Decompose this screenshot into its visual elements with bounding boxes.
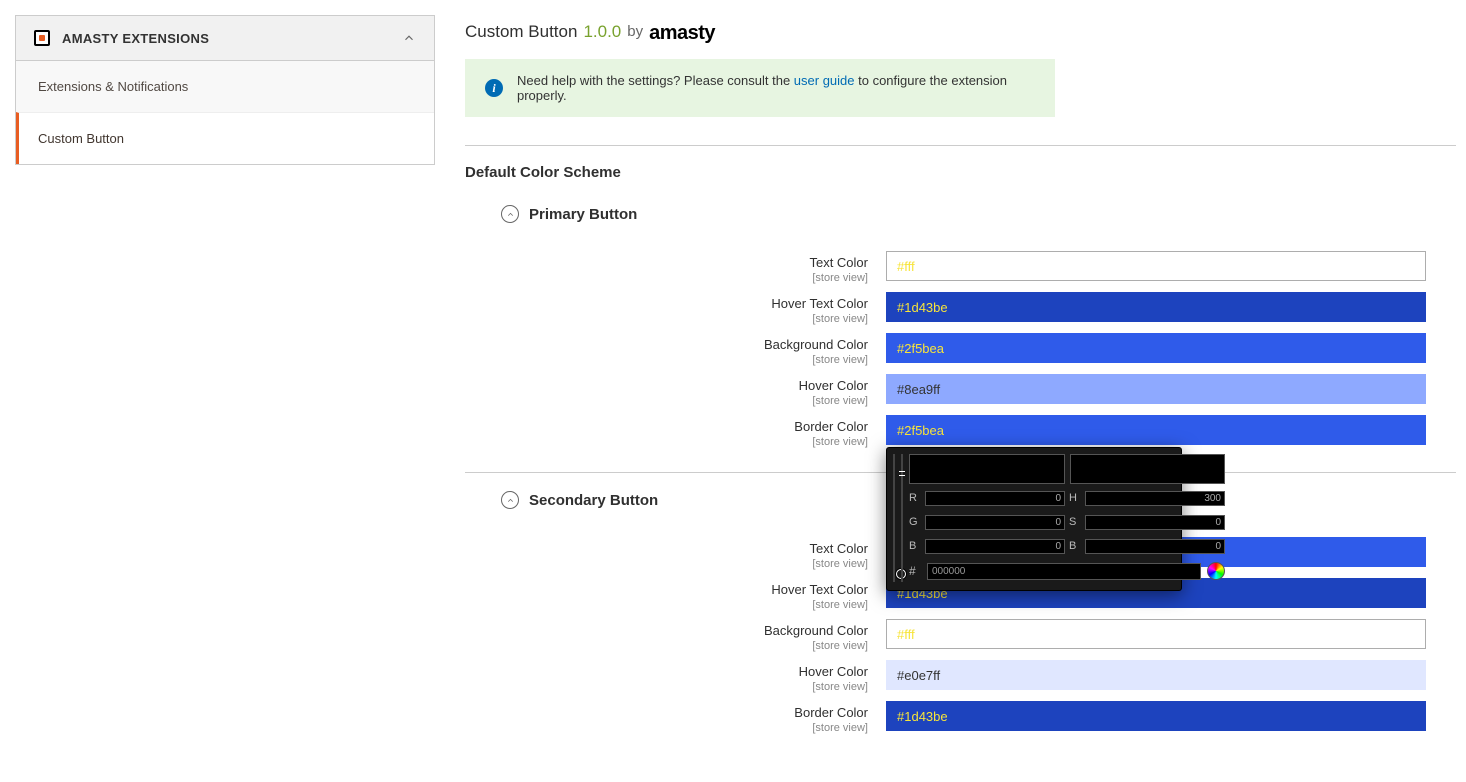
color-picker[interactable]: R H G S B B # xyxy=(886,447,1182,591)
picker-bv: B xyxy=(1069,536,1225,556)
field-row-secondary-border-color: Border Color [store view] xyxy=(501,701,1456,734)
field-scope: [store view] xyxy=(501,599,868,611)
sidebar-item-custom-button[interactable]: Custom Button xyxy=(16,112,434,164)
main-content: Custom Button 1.0.0 by amasty i Need hel… xyxy=(435,0,1466,782)
amasty-square-icon xyxy=(34,30,50,46)
field-scope: [store view] xyxy=(501,272,868,284)
sidebar-item-extensions[interactable]: Extensions & Notifications xyxy=(16,61,434,112)
field-scope: [store view] xyxy=(501,313,868,325)
picker-r-input[interactable] xyxy=(925,491,1065,506)
field-label: Hover Text Color xyxy=(501,296,868,311)
subsection-primary-toggle[interactable]: Primary Button xyxy=(501,205,1456,223)
picker-hex-input[interactable] xyxy=(927,563,1201,580)
field-row-primary-hover-text-color: Hover Text Color [store view] xyxy=(501,292,1456,325)
input-secondary-border-color[interactable] xyxy=(886,701,1426,731)
field-label: Text Color xyxy=(501,255,868,270)
collapse-icon xyxy=(501,491,519,509)
field-scope: [store view] xyxy=(501,640,868,652)
collapse-icon xyxy=(501,205,519,223)
input-primary-border-color[interactable] xyxy=(886,415,1426,445)
help-notice: i Need help with the settings? Please co… xyxy=(465,59,1055,117)
sidebar: AMASTY EXTENSIONS Extensions & Notificat… xyxy=(0,0,435,782)
picker-s-input[interactable] xyxy=(1085,515,1225,530)
field-label: Hover Color xyxy=(501,664,868,679)
field-scope: [store view] xyxy=(501,354,868,366)
color-picker-hue-bar[interactable] xyxy=(901,454,903,582)
field-label: Hover Color xyxy=(501,378,868,393)
picker-h: H xyxy=(1069,488,1225,508)
picker-b: B xyxy=(909,536,1065,556)
field-row-secondary-hover-color: Hover Color [store view] xyxy=(501,660,1456,693)
color-wheel-icon[interactable] xyxy=(1207,562,1225,580)
picker-s: S xyxy=(1069,512,1225,532)
color-picker-controls: R H G S B B # xyxy=(909,454,1225,584)
field-scope: [store view] xyxy=(501,395,868,407)
sidebar-panel: AMASTY EXTENSIONS Extensions & Notificat… xyxy=(15,15,435,165)
subsection-secondary-label: Secondary Button xyxy=(529,492,658,509)
divider xyxy=(465,145,1456,146)
field-row-primary-text-color: Text Color [store view] xyxy=(501,251,1456,284)
field-row-secondary-background-color: Background Color [store view] xyxy=(501,619,1456,652)
chevron-up-icon xyxy=(402,31,416,45)
picker-g: G xyxy=(909,512,1065,532)
section-title: Default Color Scheme xyxy=(465,164,1456,181)
picker-g-input[interactable] xyxy=(925,515,1065,530)
picker-r: R xyxy=(909,488,1065,508)
primary-fields: Text Color [store view] Hover Text Color [… xyxy=(501,251,1456,448)
input-primary-hover-color[interactable] xyxy=(886,374,1426,404)
color-preview-current xyxy=(1070,454,1226,484)
user-guide-link[interactable]: user guide xyxy=(794,73,855,88)
picker-b-input[interactable] xyxy=(925,539,1065,554)
picker-bv-input[interactable] xyxy=(1085,539,1225,554)
field-scope: [store view] xyxy=(501,558,868,570)
sidebar-header[interactable]: AMASTY EXTENSIONS xyxy=(16,16,434,61)
input-secondary-hover-color[interactable] xyxy=(886,660,1426,690)
field-row-primary-background-color: Background Color [store view] xyxy=(501,333,1456,366)
field-scope: [store view] xyxy=(501,436,868,448)
field-label: Border Color xyxy=(501,705,868,720)
page-title-text: Custom Button xyxy=(465,22,577,42)
page-by: by xyxy=(627,23,643,40)
input-primary-text-color[interactable] xyxy=(886,251,1426,281)
amasty-logo: amasty xyxy=(649,22,715,45)
field-label: Border Color xyxy=(501,419,868,434)
input-primary-hover-text-color[interactable] xyxy=(886,292,1426,322)
field-label: Hover Text Color xyxy=(501,582,868,597)
info-icon: i xyxy=(485,79,503,97)
field-row-primary-border-color: Border Color[store view] R xyxy=(501,415,1456,448)
hash-icon: # xyxy=(909,564,921,578)
sidebar-header-title: AMASTY EXTENSIONS xyxy=(62,31,209,46)
picker-h-input[interactable] xyxy=(1085,491,1225,506)
input-secondary-background-color[interactable] xyxy=(886,619,1426,649)
field-label: Background Color xyxy=(501,337,868,352)
field-label: Background Color xyxy=(501,623,868,638)
field-row-primary-hover-color: Hover Color [store view] xyxy=(501,374,1456,407)
color-picker-sv-area[interactable] xyxy=(893,454,895,582)
notice-text: Need help with the settings? Please cons… xyxy=(517,73,1035,103)
subsection-primary-label: Primary Button xyxy=(529,206,637,223)
field-scope: [store view] xyxy=(501,681,868,693)
page-title: Custom Button 1.0.0 by amasty xyxy=(465,20,1456,43)
field-scope: [store view] xyxy=(501,722,868,734)
color-preview-new xyxy=(909,454,1065,484)
input-primary-background-color[interactable] xyxy=(886,333,1426,363)
field-label: Text Color xyxy=(501,541,868,556)
page-version: 1.0.0 xyxy=(583,22,621,42)
